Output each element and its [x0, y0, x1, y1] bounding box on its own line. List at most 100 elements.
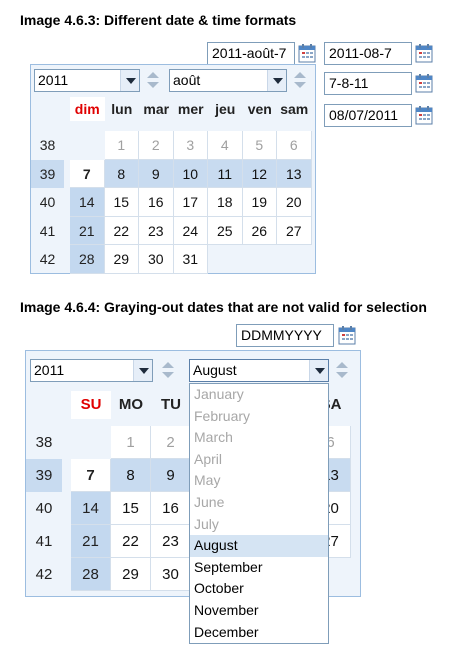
day-cell[interactable]: 15 [104, 188, 139, 217]
day-header: TU [161, 396, 181, 413]
month-option: April [194, 450, 223, 467]
day-cell[interactable]: 5 [242, 131, 277, 160]
week-number: 41 [35, 533, 53, 550]
month-option: July [194, 515, 219, 532]
day-cell[interactable]: 28 [70, 245, 105, 274]
month-option[interactable]: September [190, 557, 328, 579]
day-cell[interactable]: 25 [208, 216, 243, 245]
caption-date-formats: Image 4.6.3: Different date & time forma… [20, 12, 297, 28]
day-cell[interactable]: 1 [111, 426, 151, 459]
calendar-icon[interactable] [415, 74, 433, 93]
date-input-iso[interactable]: 2011-08-7 [324, 42, 412, 65]
day-cell[interactable]: 11 [208, 159, 243, 188]
day-header: sam [280, 101, 309, 117]
day-cell[interactable]: 29 [104, 245, 139, 274]
calendar-icon[interactable] [298, 44, 316, 63]
day-cell[interactable]: 3 [173, 131, 208, 160]
day-cell[interactable]: 16 [139, 188, 174, 217]
week-number: 41 [39, 222, 56, 239]
day-header: mer [177, 101, 204, 117]
day-cell[interactable]: 9 [139, 159, 174, 188]
day-cell[interactable]: 17 [173, 188, 208, 217]
year-select[interactable]: 2011 [30, 359, 153, 382]
day-header: SU [71, 391, 111, 419]
month-option[interactable]: November [190, 600, 328, 622]
day-cell[interactable]: 1 [104, 131, 139, 160]
day-cell[interactable]: 27 [277, 216, 312, 245]
month-option: May [194, 472, 221, 489]
week-number: 40 [39, 194, 56, 210]
day-cell[interactable]: 20 [277, 188, 312, 217]
month-option[interactable]: October [190, 578, 328, 600]
day-header: mar [143, 101, 170, 117]
caption-graying-out: Image 4.6.4: Graying-out dates that are … [20, 299, 427, 315]
month-select[interactable]: août [169, 69, 287, 92]
week-number: 38 [39, 137, 56, 153]
date-input-ddmmyyyy[interactable]: DDMMYYYY [236, 324, 334, 347]
chevron-down-icon[interactable] [120, 70, 139, 91]
day-cell[interactable]: 7 [70, 159, 105, 188]
month-option: January [194, 386, 244, 402]
year-spinner-icon[interactable] [158, 359, 178, 382]
day-cell[interactable]: 26 [242, 216, 277, 245]
month-option[interactable]: August [190, 535, 328, 557]
day-cell[interactable]: 19 [242, 188, 277, 217]
week-number: 42 [39, 251, 56, 267]
day-cell[interactable]: 28 [71, 558, 111, 591]
day-cell[interactable]: 18 [208, 188, 243, 217]
day-cell[interactable]: 14 [70, 188, 105, 217]
day-cell[interactable]: 31 [173, 245, 208, 274]
day-cell[interactable]: 30 [151, 558, 191, 591]
day-cell[interactable]: 2 [139, 131, 174, 160]
week-number: 39 [26, 459, 62, 492]
month-value: August [193, 362, 237, 378]
calendar-icon[interactable] [415, 106, 433, 125]
date-input-us[interactable]: 08/07/2011 [324, 104, 412, 127]
month-spinner-icon[interactable] [332, 359, 352, 382]
day-cell[interactable]: 16 [151, 492, 191, 525]
month-option[interactable]: December [190, 622, 328, 644]
day-cell[interactable]: 21 [70, 216, 105, 245]
day-cell[interactable]: 22 [104, 216, 139, 245]
day-cell[interactable]: 2 [151, 426, 191, 459]
month-spinner-icon[interactable] [290, 69, 310, 92]
date-input-fr[interactable]: 2011-août-7 [207, 42, 295, 65]
day-cell[interactable]: 13 [277, 159, 312, 188]
date-input-short[interactable]: 7-8-11 [324, 72, 412, 95]
year-spinner-icon[interactable] [143, 69, 163, 92]
day-cell[interactable]: 29 [111, 558, 151, 591]
month-option: June [194, 493, 225, 510]
day-header: MO [118, 396, 144, 413]
chevron-down-icon[interactable] [309, 360, 328, 381]
day-cell[interactable]: 10 [173, 159, 208, 188]
day-cell[interactable]: 4 [208, 131, 243, 160]
calendar-icon[interactable] [338, 326, 356, 345]
day-cell[interactable]: 24 [173, 216, 208, 245]
day-header: lun [111, 101, 133, 117]
day-cell[interactable]: 14 [71, 492, 111, 525]
chevron-down-icon[interactable] [133, 360, 152, 381]
month-option: March [194, 429, 233, 446]
chevron-down-icon[interactable] [267, 70, 286, 91]
day-cell[interactable]: 12 [242, 159, 277, 188]
day-cell[interactable]: 8 [111, 459, 151, 492]
month-select[interactable]: August [189, 359, 329, 382]
year-select[interactable]: 2011 [34, 69, 140, 92]
day-cell[interactable]: 15 [111, 492, 151, 525]
day-cell[interactable]: 30 [139, 245, 174, 274]
day-cell[interactable]: 6 [277, 131, 312, 160]
day-cell[interactable]: 23 [139, 216, 174, 245]
month-dropdown-list[interactable]: January February March April May June July Augu… [189, 383, 329, 644]
day-cell[interactable]: 22 [111, 525, 151, 558]
week-number: 40 [35, 500, 53, 517]
day-cell[interactable]: 21 [71, 525, 111, 558]
week-number: 42 [35, 566, 53, 583]
day-header: jeu [215, 101, 236, 117]
day-cell[interactable]: 7 [71, 459, 111, 492]
day-header: ven [247, 101, 272, 117]
day-cell[interactable]: 23 [151, 525, 191, 558]
calendar-popup-1: 2011 août dim lun mar mer jeu ven sam 38 39 40 41 4… [30, 64, 316, 274]
day-cell[interactable]: 9 [151, 459, 191, 492]
day-cell[interactable]: 8 [104, 159, 139, 188]
calendar-icon[interactable] [415, 44, 433, 63]
